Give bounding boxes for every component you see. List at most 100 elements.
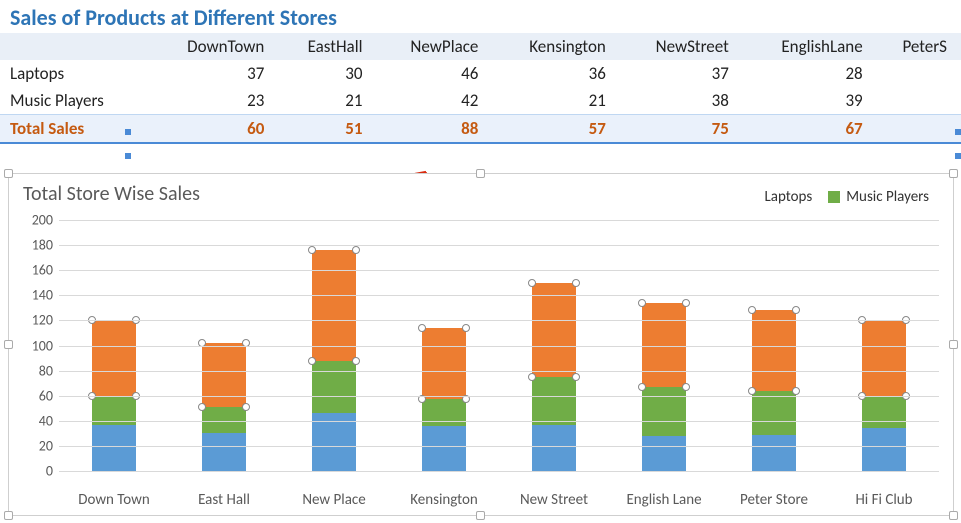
bar-segment-laptops[interactable]	[532, 425, 576, 471]
series-selection-handle[interactable]	[682, 383, 690, 391]
selection-handle[interactable]	[955, 153, 961, 159]
series-selection-handle[interactable]	[352, 357, 360, 365]
y-tick-label: 60	[39, 387, 53, 404]
cell: 23	[150, 87, 278, 115]
plot-area[interactable]	[59, 220, 939, 471]
bar-segment-laptops[interactable]	[752, 435, 796, 471]
series-selection-handle[interactable]	[242, 403, 250, 411]
series-selection-handle[interactable]	[682, 299, 690, 307]
bar-segment-music-players[interactable]	[752, 391, 796, 435]
resize-handle[interactable]	[4, 340, 13, 349]
gridline	[59, 295, 939, 296]
series-selection-handle[interactable]	[528, 279, 536, 287]
resize-handle[interactable]	[949, 169, 958, 178]
legend-label: Laptops	[764, 188, 812, 206]
legend-item-laptops[interactable]: Laptops	[764, 188, 812, 206]
gridline	[59, 396, 939, 397]
series-selection-handle[interactable]	[198, 403, 206, 411]
bar-segment-laptops[interactable]	[642, 436, 686, 471]
cell: 21	[492, 87, 619, 115]
bar-segment-laptops[interactable]	[862, 428, 906, 471]
x-tick-label: New Street	[499, 491, 609, 509]
x-tick-label: New Place	[279, 491, 389, 509]
series-selection-handle[interactable]	[308, 357, 316, 365]
resize-handle[interactable]	[476, 511, 485, 520]
cell: 37	[620, 60, 743, 87]
page-title: Sales of Products at Different Stores	[0, 0, 961, 33]
chart-object[interactable]: Total Store Wise Sales Laptops Music Pla…	[8, 173, 954, 516]
bar-segment-laptops[interactable]	[202, 433, 246, 471]
chart-legend[interactable]: Laptops Music Players	[764, 188, 929, 206]
cell-total: 57	[492, 115, 619, 144]
cell: 28	[743, 60, 877, 87]
bar-segment-music-players[interactable]	[642, 387, 686, 436]
x-tick-label: Peter Store	[719, 491, 829, 509]
y-axis: 020406080100120140160180200	[19, 220, 57, 471]
series-selection-handle[interactable]	[308, 246, 316, 254]
row-label: Music Players	[0, 87, 150, 115]
bar-segment-laptops[interactable]	[422, 426, 466, 471]
bar-segment-total[interactable]	[862, 320, 906, 395]
resize-handle[interactable]	[949, 511, 958, 520]
gridline	[59, 421, 939, 422]
resize-handle[interactable]	[4, 511, 13, 520]
legend-swatch-icon	[828, 191, 840, 203]
selection-handle[interactable]	[125, 129, 131, 135]
y-tick-label: 80	[39, 362, 53, 379]
resize-handle[interactable]	[949, 340, 958, 349]
bar-segment-music-players[interactable]	[862, 396, 906, 429]
cell-total: 75	[620, 115, 743, 144]
bar-segment-total[interactable]	[532, 283, 576, 377]
selection-handle[interactable]	[125, 153, 131, 159]
data-table: DownTown EastHall NewPlace Kensington Ne…	[0, 33, 961, 144]
bar-segment-music-players[interactable]	[422, 399, 466, 425]
y-tick-label: 100	[32, 337, 53, 354]
bar-segment-music-players[interactable]	[312, 361, 356, 414]
gridline	[59, 471, 939, 472]
cell-total: 67	[743, 115, 877, 144]
resize-handle[interactable]	[4, 169, 13, 178]
x-tick-label: Down Town	[59, 491, 169, 509]
series-selection-handle[interactable]	[572, 373, 580, 381]
resize-handle[interactable]	[476, 169, 485, 178]
y-tick-label: 120	[32, 312, 53, 329]
x-tick-label: Kensington	[389, 491, 499, 509]
series-selection-handle[interactable]	[748, 306, 756, 314]
series-selection-handle[interactable]	[572, 279, 580, 287]
cell: 36	[492, 60, 619, 87]
cell: 42	[377, 87, 493, 115]
series-selection-handle[interactable]	[748, 387, 756, 395]
table-header-empty	[0, 33, 150, 60]
gridline	[59, 220, 939, 221]
series-selection-handle[interactable]	[792, 306, 800, 314]
series-selection-handle[interactable]	[528, 373, 536, 381]
legend-item-music-players[interactable]: Music Players	[828, 188, 929, 206]
gridline	[59, 270, 939, 271]
bar-segment-music-players[interactable]	[532, 377, 576, 425]
series-selection-handle[interactable]	[638, 383, 646, 391]
bar-segment-total[interactable]	[92, 320, 136, 395]
bar-segment-total[interactable]	[312, 250, 356, 360]
bar-segment-total[interactable]	[752, 310, 796, 390]
bar-segment-total[interactable]	[422, 328, 466, 400]
table-header: DownTown	[150, 33, 278, 60]
bar-segment-laptops[interactable]	[312, 413, 356, 471]
cell-total: 88	[377, 115, 493, 144]
table-header: PeterS	[877, 33, 961, 60]
table-header-row: DownTown EastHall NewPlace Kensington Ne…	[0, 33, 961, 60]
series-selection-handle[interactable]	[638, 299, 646, 307]
table-header: EnglishLane	[743, 33, 877, 60]
table-header: NewStreet	[620, 33, 743, 60]
y-tick-label: 140	[32, 287, 53, 304]
bar-segment-total[interactable]	[202, 343, 246, 407]
bar-segment-laptops[interactable]	[92, 425, 136, 471]
series-selection-handle[interactable]	[792, 387, 800, 395]
series-selection-handle[interactable]	[418, 324, 426, 332]
series-selection-handle[interactable]	[352, 246, 360, 254]
selection-handle[interactable]	[955, 129, 961, 135]
series-selection-handle[interactable]	[462, 324, 470, 332]
cell: 30	[278, 60, 376, 87]
table-row-total[interactable]: Total Sales 60 51 88 57 75 67	[0, 115, 961, 144]
table-header: EastHall	[278, 33, 376, 60]
y-tick-label: 0	[46, 463, 53, 480]
